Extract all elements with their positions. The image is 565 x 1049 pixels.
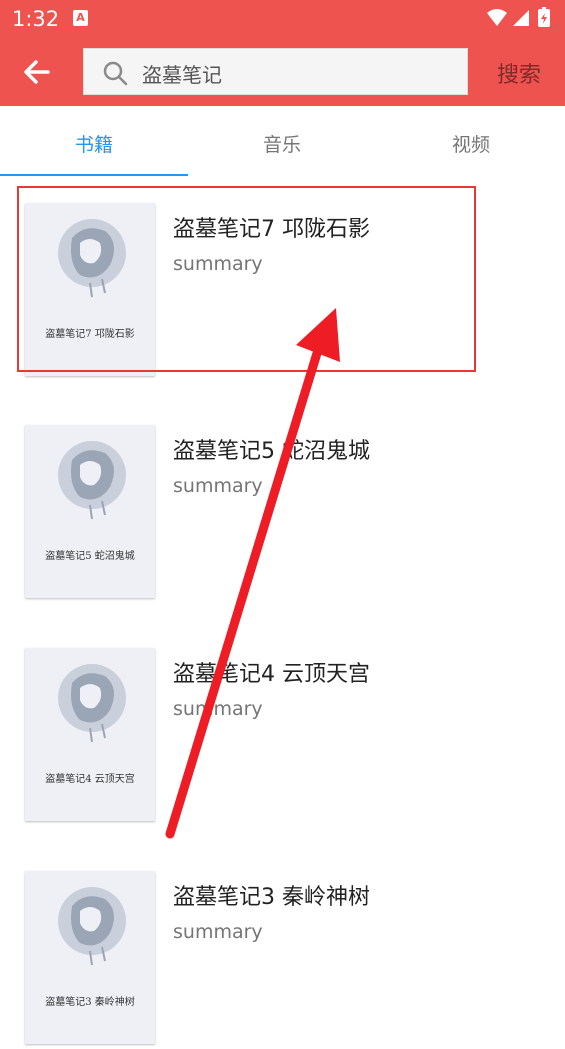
book-title: 盗墓笔记4 云顶天宫 [173,662,370,687]
search-button[interactable]: 搜索 [497,57,541,89]
book-summary: summary [173,921,263,943]
cover-art-icon [58,441,126,520]
tab-books[interactable]: 书籍 [0,130,188,157]
book-cover: 盗墓笔记4 云顶天宫 [25,648,155,821]
status-time: 1:32 [12,7,60,31]
cover-title: 盗墓笔记5 蛇沼鬼城 [45,551,135,562]
search-query: 盗墓笔记 [142,63,222,87]
list-item[interactable]: 盗墓笔记5 蛇沼鬼城 盗墓笔记5 蛇沼鬼城 summary [0,425,565,603]
cover-title: 盗墓笔记4 云顶天宫 [45,774,135,785]
list-item[interactable]: 盗墓笔记3 秦岭神树 盗墓笔记3 秦岭神树 summary [0,871,565,1049]
back-button[interactable] [18,52,58,92]
wifi-signal-battery-icon [487,7,550,27]
search-input[interactable]: 盗墓笔记 [83,48,468,95]
cover-title: 盗墓笔记3 秦岭神树 [45,997,135,1008]
tab-music[interactable]: 音乐 [188,130,376,157]
cover-art-icon [58,887,126,966]
status-icons [485,7,555,33]
tab-video[interactable]: 视频 [377,130,565,157]
app-bar: 1:32 A 盗墓笔记 搜索 [0,0,565,106]
tab-indicator [0,174,188,176]
tab-bar: 书籍 音乐 视频 [0,106,565,176]
book-cover: 盗墓笔记3 秦岭神树 [25,871,155,1044]
book-summary: summary [173,698,263,720]
notification-icon: A [73,10,88,26]
book-cover: 盗墓笔记5 蛇沼鬼城 [25,425,155,598]
cover-art-icon [58,664,126,743]
list-item[interactable]: 盗墓笔记4 云顶天宫 盗墓笔记4 云顶天宫 summary [0,648,565,826]
book-title: 盗墓笔记3 秦岭神树 [173,885,370,910]
search-icon [103,61,128,86]
book-title: 盗墓笔记5 蛇沼鬼城 [173,439,370,464]
arrow-left-icon [24,60,50,84]
highlight-box [17,186,476,372]
book-summary: summary [173,475,263,497]
status-bar: 1:32 A [0,0,565,36]
